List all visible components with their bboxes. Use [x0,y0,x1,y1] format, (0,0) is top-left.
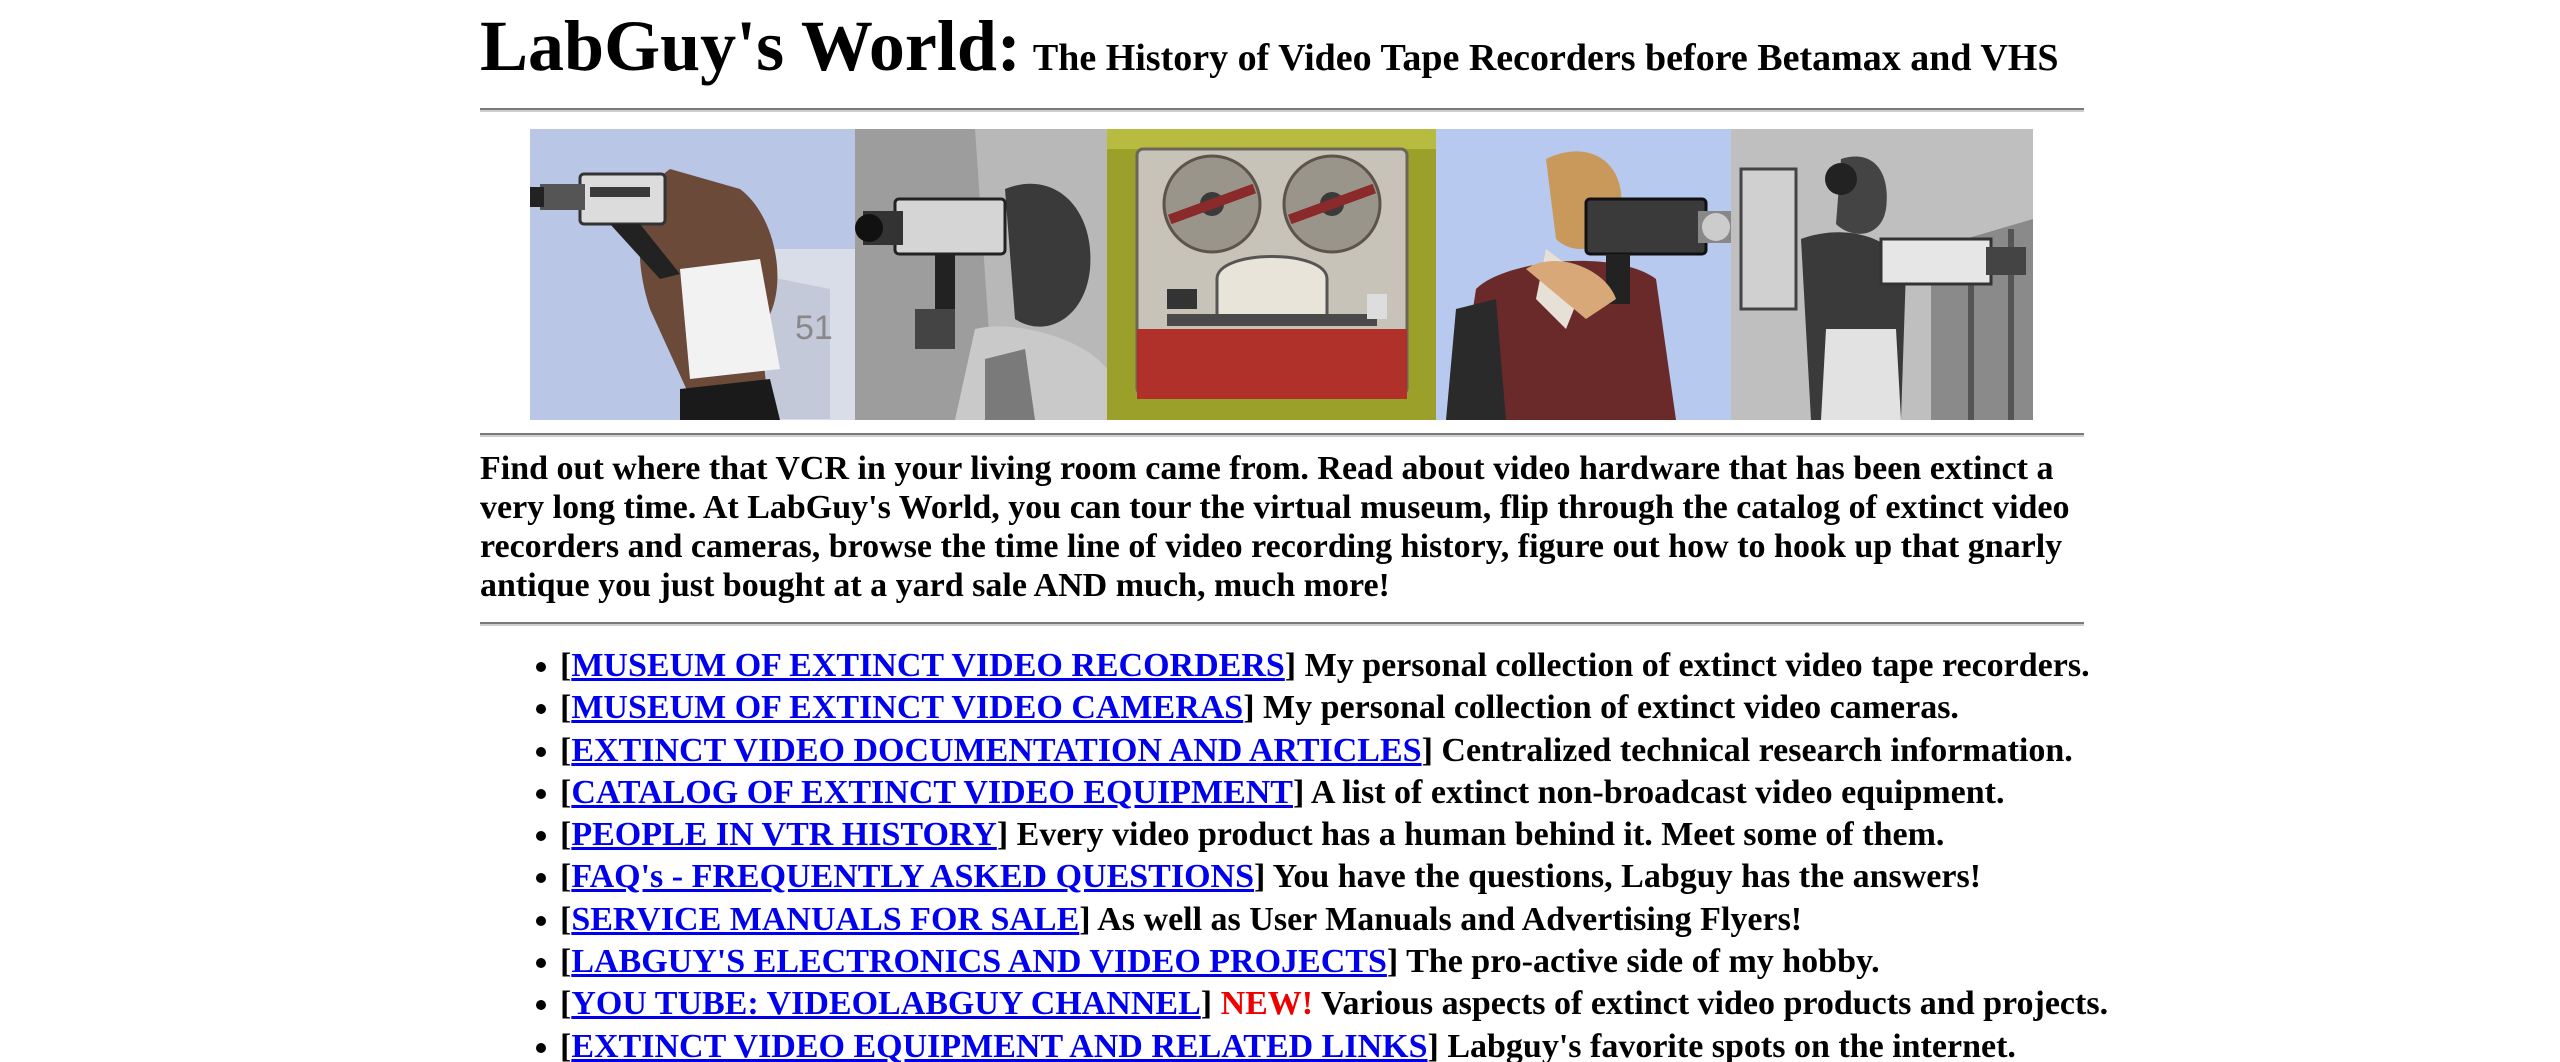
man-in-red-shirt-with-camera-photo [1436,129,1731,420]
banner-photo-strip: 51 [530,129,2033,420]
divider [480,433,2084,437]
link-museum-video-recorders[interactable]: MUSEUM OF EXTINCT VIDEO RECORDERS [571,647,1284,684]
link-description: My personal collection of extinct video … [1254,689,1959,727]
list-item: [PEOPLE IN VTR HISTORY] Every video prod… [536,814,2164,856]
link-service-manuals[interactable]: SERVICE MANUALS FOR SALE [571,901,1079,938]
link-related-links[interactable]: EXTINCT VIDEO EQUIPMENT AND RELATED LINK… [571,1028,1427,1062]
site-navigation-list: [MUSEUM OF EXTINCT VIDEO RECORDERS] My p… [480,645,2164,1062]
site-subtitle: The History of Video Tape Recorders befo… [1032,37,2059,79]
list-item: [MUSEUM OF EXTINCT VIDEO RECORDERS] My p… [536,645,2164,687]
site-title: LabGuy's World: [480,6,1021,86]
new-badge: NEW! [1212,985,1314,1023]
link-museum-video-cameras[interactable]: MUSEUM OF EXTINCT VIDEO CAMERAS [571,689,1243,726]
link-description: You have the questions, Labguy has the a… [1265,858,1982,896]
divider [480,622,2084,626]
link-description: Labguy's favorite spots on the internet. [1438,1027,2016,1062]
list-item: [EXTINCT VIDEO DOCUMENTATION AND ARTICLE… [536,730,2164,772]
svg-text:51: 51 [795,309,833,347]
list-item: [CATALOG OF EXTINCT VIDEO EQUIPMENT] A l… [536,772,2164,814]
link-youtube-channel[interactable]: YOU TUBE: VIDEOLABGUY CHANNEL [571,985,1200,1022]
link-description: The pro-active side of my hobby. [1398,943,1880,981]
woman-with-camera-photo: 51 [530,129,855,420]
link-documentation-articles[interactable]: EXTINCT VIDEO DOCUMENTATION AND ARTICLES [571,732,1421,769]
link-description: A list of extinct non-broadcast video eq… [1304,773,2005,811]
list-item: [YOU TUBE: VIDEOLABGUY CHANNEL] NEW! Var… [536,983,2164,1025]
link-description: Various aspects of extinct video product… [1313,985,2109,1023]
list-item: [EXTINCT VIDEO EQUIPMENT AND RELATED LIN… [536,1026,2164,1062]
link-people-vtr-history[interactable]: PEOPLE IN VTR HISTORY [571,816,996,853]
man-with-backpack-recorder-photo [1731,129,2033,420]
reel-to-reel-recorder-photo [1107,129,1436,420]
page-header: LabGuy's World: The History of Video Tap… [480,10,2058,82]
list-item: [SERVICE MANUALS FOR SALE] As well as Us… [536,899,2164,941]
link-electronics-projects[interactable]: LABGUY'S ELECTRONICS AND VIDEO PROJECTS [571,943,1387,980]
list-item: [MUSEUM OF EXTINCT VIDEO CAMERAS] My per… [536,687,2164,729]
list-item: [FAQ's - FREQUENTLY ASKED QUESTIONS] You… [536,856,2164,898]
link-description: Centralized technical research informati… [1432,731,2073,769]
link-catalog-equipment[interactable]: CATALOG OF EXTINCT VIDEO EQUIPMENT [571,774,1293,811]
link-description: Every video product has a human behind i… [1008,816,1945,854]
man-with-camera-photo [855,129,1107,420]
divider [480,108,2084,112]
link-description: As well as User Manuals and Advertising … [1090,900,1803,938]
link-description: My personal collection of extinct video … [1296,647,2090,684]
intro-paragraph: Find out where that VCR in your living r… [480,450,2070,604]
link-faq[interactable]: FAQ's - FREQUENTLY ASKED QUESTIONS [571,858,1254,895]
list-item: [LABGUY'S ELECTRONICS AND VIDEO PROJECTS… [536,941,2164,983]
